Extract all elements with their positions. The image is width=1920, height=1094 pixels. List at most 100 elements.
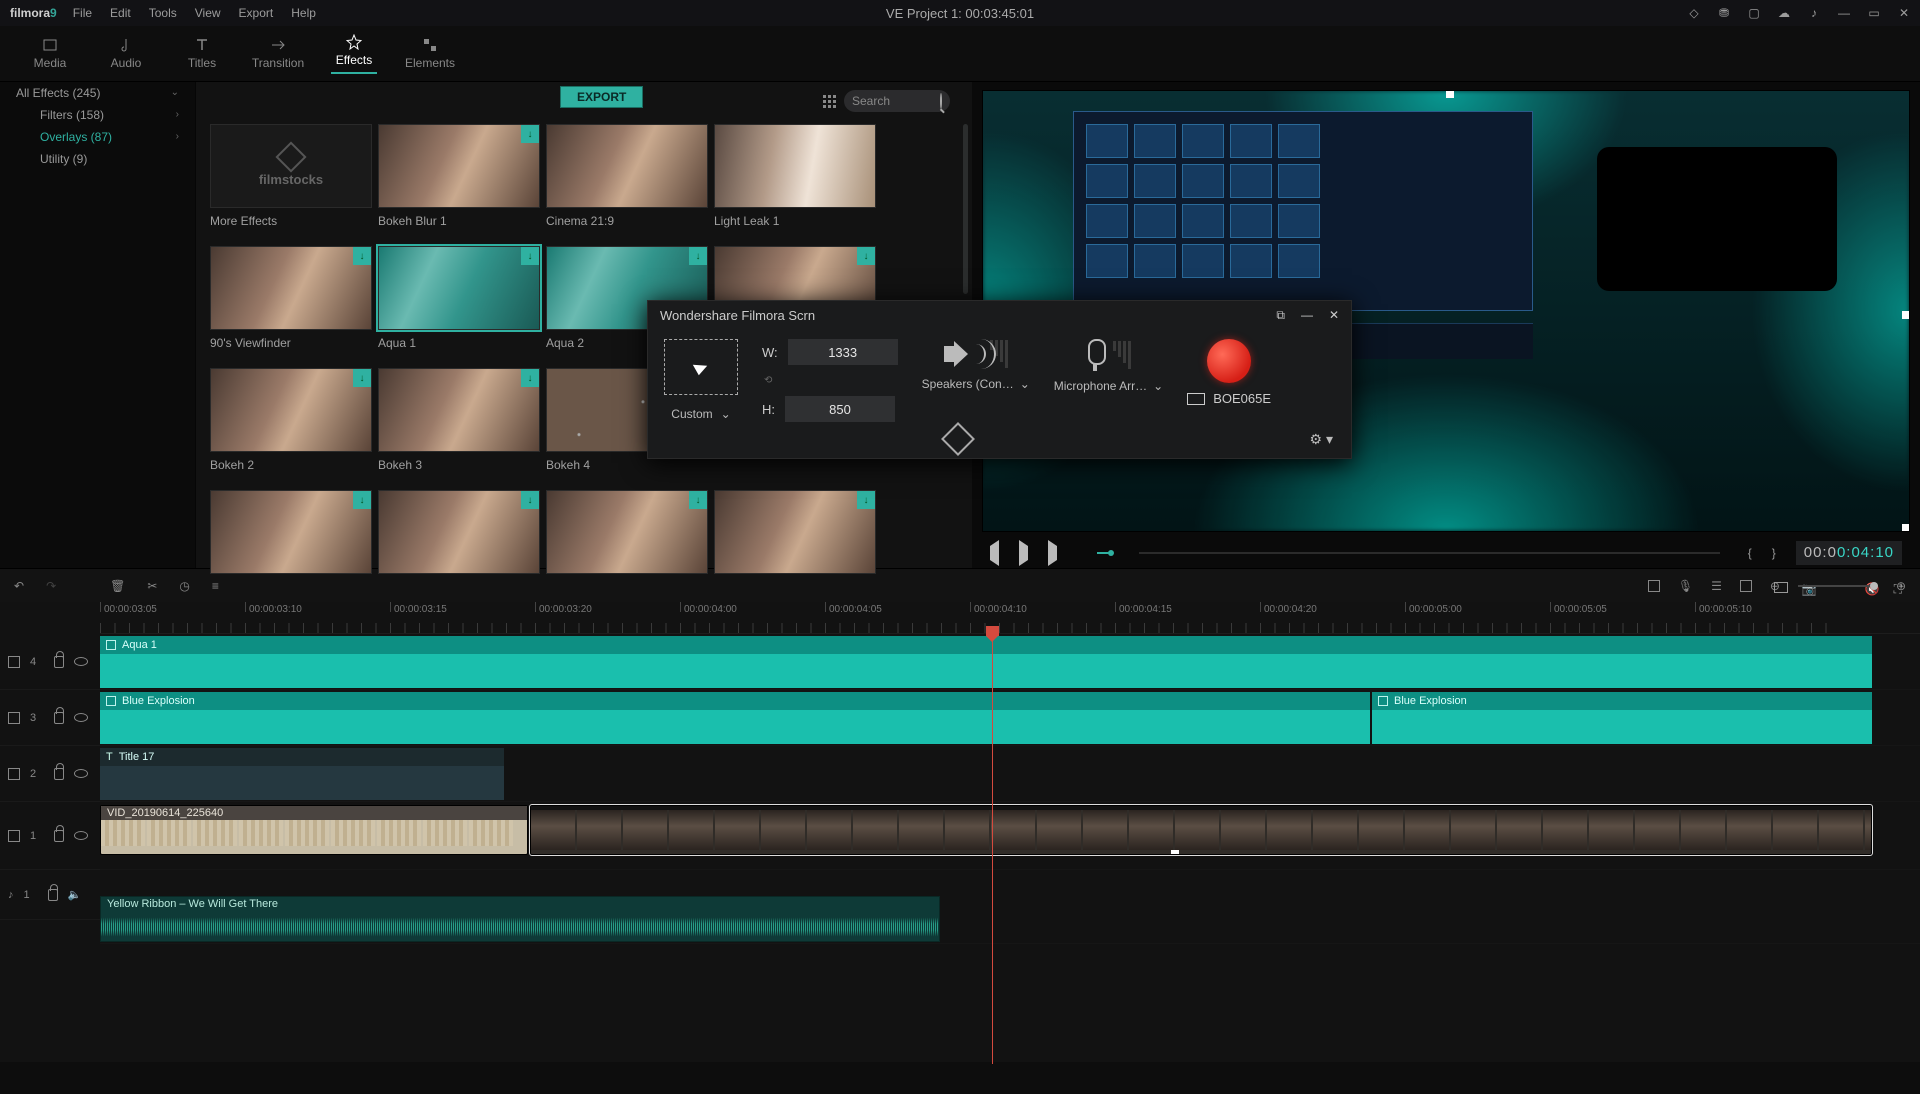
close-button[interactable]: ✕	[1898, 6, 1910, 20]
capture-mode-dropdown[interactable]: Custom⌄	[671, 407, 730, 421]
track-2[interactable]: TTitle 17	[100, 746, 1920, 802]
download-badge-icon[interactable]: ↓	[857, 491, 875, 509]
tab-elements[interactable]: Elements	[392, 26, 468, 81]
redo-button[interactable]: ↷	[46, 579, 56, 593]
track-header-video-1[interactable]: 1	[0, 802, 100, 870]
tab-effects[interactable]: Effects	[316, 26, 392, 81]
zoom-slider[interactable]	[1798, 585, 1878, 587]
account-icon[interactable]: ◇	[1688, 6, 1700, 20]
scrn-close-button[interactable]: ✕	[1329, 308, 1339, 323]
mark-out-button[interactable]: }	[1772, 546, 1776, 560]
scrn-popout-button[interactable]: ⧉	[1276, 308, 1285, 323]
width-input[interactable]	[788, 339, 898, 365]
sidebar-item-utility[interactable]: Utility (9)	[0, 148, 195, 170]
menu-help[interactable]: Help	[291, 6, 316, 20]
save-icon[interactable]: ▢	[1748, 6, 1760, 20]
cart-icon[interactable]: ⛃	[1718, 6, 1730, 20]
effect-thumb[interactable]: ↓	[546, 490, 708, 600]
download-badge-icon[interactable]: ↓	[521, 491, 539, 509]
marker-button[interactable]: ◷	[179, 579, 189, 593]
play-forward-button[interactable]	[1048, 546, 1057, 560]
speaker-icon[interactable]	[944, 339, 982, 369]
download-badge-icon[interactable]: ↓	[521, 247, 539, 265]
track-audio-1[interactable]: Yellow Ribbon – We Will Get There	[100, 894, 1920, 944]
delete-button[interactable]: 🗑	[110, 579, 125, 593]
library-scrollbar[interactable]	[963, 124, 968, 294]
download-badge-icon[interactable]: ↓	[521, 125, 539, 143]
export-button[interactable]: EXPORT	[560, 86, 643, 108]
undo-button[interactable]: ↶	[14, 579, 24, 593]
volume-slider[interactable]	[1097, 552, 1111, 554]
track-video-1[interactable]: VID_20190614_225640	[100, 802, 1920, 870]
visibility-icon[interactable]	[74, 713, 88, 722]
visibility-icon[interactable]	[74, 769, 88, 778]
capture-area-selector[interactable]	[664, 339, 738, 395]
visibility-icon[interactable]	[74, 657, 88, 666]
split-button[interactable]: ✂	[147, 579, 157, 593]
effect-thumb[interactable]: ↓	[378, 490, 540, 600]
visibility-icon[interactable]	[74, 831, 88, 840]
play-button[interactable]	[1019, 546, 1028, 560]
notify-icon[interactable]: ♪	[1808, 6, 1820, 20]
clip-blue-explosion-a[interactable]: Blue Explosion	[100, 692, 1370, 744]
menu-tools[interactable]: Tools	[149, 6, 177, 20]
track-header-4[interactable]: 4	[0, 634, 100, 690]
record-button[interactable]	[1207, 339, 1251, 383]
sidebar-item-filters[interactable]: Filters (158)›	[0, 104, 195, 126]
download-badge-icon[interactable]: ↓	[353, 369, 371, 387]
microphone-icon[interactable]	[1085, 339, 1105, 371]
track-header-3[interactable]: 3	[0, 690, 100, 746]
track-header-audio-1[interactable]: ♪1🔈	[0, 870, 100, 920]
tab-audio[interactable]: Audio	[88, 26, 164, 81]
effect-thumb[interactable]: filmstocksMore Effects	[210, 124, 372, 234]
mark-in-button[interactable]: {	[1748, 546, 1752, 560]
time-ruler[interactable]: 00:00:03:0500:00:03:1000:00:03:1500:00:0…	[100, 602, 1920, 634]
clip-title-17[interactable]: TTitle 17	[100, 748, 504, 800]
tab-transition[interactable]: Transition	[240, 26, 316, 81]
effect-thumb[interactable]: Light Leak 1	[714, 124, 876, 234]
lock-icon[interactable]	[48, 889, 58, 901]
fullscreen-icon[interactable]: ⛶	[1894, 582, 1902, 604]
menu-export[interactable]: Export	[239, 6, 274, 20]
effect-thumb[interactable]: ↓90's Viewfinder	[210, 246, 372, 356]
download-badge-icon[interactable]: ↓	[857, 247, 875, 265]
link-dimensions-icon[interactable]: ⟲	[764, 375, 898, 386]
maximize-button[interactable]: ▭	[1868, 6, 1880, 20]
menu-view[interactable]: View	[195, 6, 221, 20]
microphone-dropdown[interactable]: Microphone Arr…⌄	[1054, 379, 1163, 393]
download-badge-icon[interactable]: ↓	[689, 247, 707, 265]
preview-seek-bar[interactable]	[1139, 552, 1720, 554]
track-3[interactable]: Blue Explosion Blue Explosion	[100, 690, 1920, 746]
clip-video-frames[interactable]	[530, 805, 1872, 855]
tracks-area[interactable]: Aqua 1 Blue Explosion Blue Explosion TTi…	[100, 634, 1920, 944]
search-input[interactable]: Search	[844, 90, 950, 112]
tab-media[interactable]: Media	[12, 26, 88, 81]
grid-view-icon[interactable]	[823, 95, 836, 108]
move-handle-icon[interactable]	[941, 422, 975, 456]
screenshot-pip-icon[interactable]	[1774, 582, 1788, 593]
lock-icon[interactable]	[54, 712, 64, 724]
mute-icon[interactable]: 🔈	[68, 888, 82, 901]
clip-aqua-1[interactable]: Aqua 1	[100, 636, 1872, 688]
sidebar-item-overlays[interactable]: Overlays (87)›	[0, 126, 195, 148]
sidebar-item-all[interactable]: All Effects (245)⌄	[0, 82, 195, 104]
effect-thumb[interactable]: ↓Bokeh 3	[378, 368, 540, 478]
track-header-2[interactable]: 2	[0, 746, 100, 802]
lock-icon[interactable]	[54, 768, 64, 780]
height-input[interactable]	[785, 396, 895, 422]
scrn-minimize-button[interactable]: —	[1301, 308, 1313, 323]
download-badge-icon[interactable]: ↓	[353, 247, 371, 265]
playhead[interactable]	[992, 634, 993, 1064]
minimize-button[interactable]: —	[1838, 6, 1850, 20]
speaker-dropdown[interactable]: Speakers (Con…⌄	[922, 377, 1030, 391]
effect-thumb[interactable]: ↓Bokeh Blur 1	[378, 124, 540, 234]
effect-thumb[interactable]: ↓	[210, 490, 372, 600]
tab-titles[interactable]: Titles	[164, 26, 240, 81]
track-4[interactable]: Aqua 1	[100, 634, 1920, 690]
monitor-selector[interactable]: BOE065E	[1187, 391, 1271, 406]
clip-audio-yellow-ribbon[interactable]: Yellow Ribbon – We Will Get There	[100, 896, 940, 942]
settings-button[interactable]: ⚙ ▾	[1310, 431, 1333, 448]
step-back-button[interactable]	[990, 546, 999, 560]
clip-video-screen[interactable]: VID_20190614_225640	[100, 805, 528, 855]
download-badge-icon[interactable]: ↓	[353, 491, 371, 509]
